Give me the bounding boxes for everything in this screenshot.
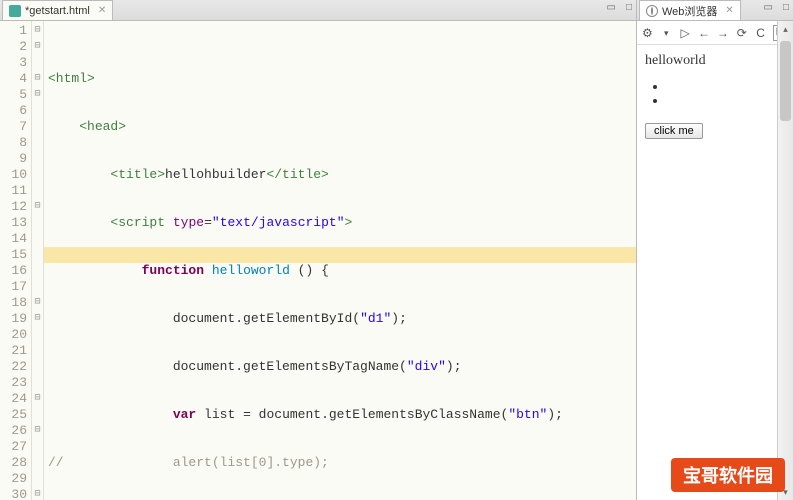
editor-tab-active[interactable]: *getstart.html ✕ bbox=[2, 0, 113, 20]
go-icon[interactable]: ▷ bbox=[679, 26, 692, 40]
ide-window: *getstart.html ✕ ▭ □ 1234567891011121314… bbox=[0, 0, 793, 500]
list-item bbox=[667, 79, 785, 93]
browser-tab-bar: Web浏览器 ✕ ▭ □ bbox=[637, 0, 793, 21]
back-icon[interactable]: ← bbox=[698, 26, 711, 40]
globe-icon bbox=[646, 5, 658, 17]
editor-vertical-scrollbar[interactable]: ▴ ▾ bbox=[777, 21, 793, 500]
minimize-icon[interactable]: ▭ bbox=[764, 2, 773, 13]
editor-tab-bar: *getstart.html ✕ ▭ □ bbox=[0, 0, 636, 21]
active-line-highlight bbox=[44, 247, 636, 263]
minimize-icon[interactable]: ▭ bbox=[607, 2, 616, 13]
content-list bbox=[667, 79, 785, 107]
line-number-gutter: 1234567891011121314151617181920212223242… bbox=[0, 21, 32, 500]
fold-gutter: ⊟⊟⊟⊟⊟⊟⊟⊟⊟⊟ bbox=[32, 21, 44, 500]
code-lines[interactable]: <html> <head> <title>hellohbuilder</titl… bbox=[44, 21, 636, 500]
chevron-down-icon[interactable]: ▾ bbox=[660, 26, 673, 40]
reload-icon[interactable]: C bbox=[754, 26, 767, 40]
maximize-icon[interactable]: □ bbox=[626, 2, 632, 13]
content-heading: helloworld bbox=[645, 53, 785, 69]
browser-pane-controls: ▭ □ bbox=[764, 2, 790, 13]
maximize-icon[interactable]: □ bbox=[783, 2, 789, 13]
editor-pane-controls: ▭ □ bbox=[607, 2, 633, 13]
watermark-badge: 宝哥软件园 bbox=[671, 458, 785, 492]
list-item bbox=[667, 93, 785, 107]
scroll-up-arrow-icon[interactable]: ▴ bbox=[778, 21, 793, 37]
refresh-icon[interactable]: ⟳ bbox=[735, 26, 748, 40]
code-area[interactable]: 1234567891011121314151617181920212223242… bbox=[0, 21, 636, 500]
close-icon[interactable]: ✕ bbox=[725, 5, 733, 16]
browser-tab-title: Web浏览器 bbox=[662, 3, 717, 19]
browser-pane: Web浏览器 ✕ ▭ □ ⚙ ▾ ▷ ← → ⟳ C helloworld cl… bbox=[637, 0, 793, 500]
close-icon[interactable]: ✕ bbox=[98, 5, 106, 16]
editor-tab-title: *getstart.html bbox=[25, 5, 90, 17]
gear-icon[interactable]: ⚙ bbox=[641, 26, 654, 40]
scrollbar-thumb[interactable] bbox=[780, 41, 791, 121]
browser-toolbar: ⚙ ▾ ▷ ← → ⟳ C bbox=[637, 21, 793, 45]
editor-pane: *getstart.html ✕ ▭ □ 1234567891011121314… bbox=[0, 0, 637, 500]
browser-content: helloworld click me bbox=[637, 45, 793, 500]
html-file-icon bbox=[9, 5, 21, 17]
click-me-button[interactable]: click me bbox=[645, 123, 703, 139]
forward-icon[interactable]: → bbox=[716, 26, 729, 40]
browser-tab-active[interactable]: Web浏览器 ✕ bbox=[639, 0, 741, 20]
